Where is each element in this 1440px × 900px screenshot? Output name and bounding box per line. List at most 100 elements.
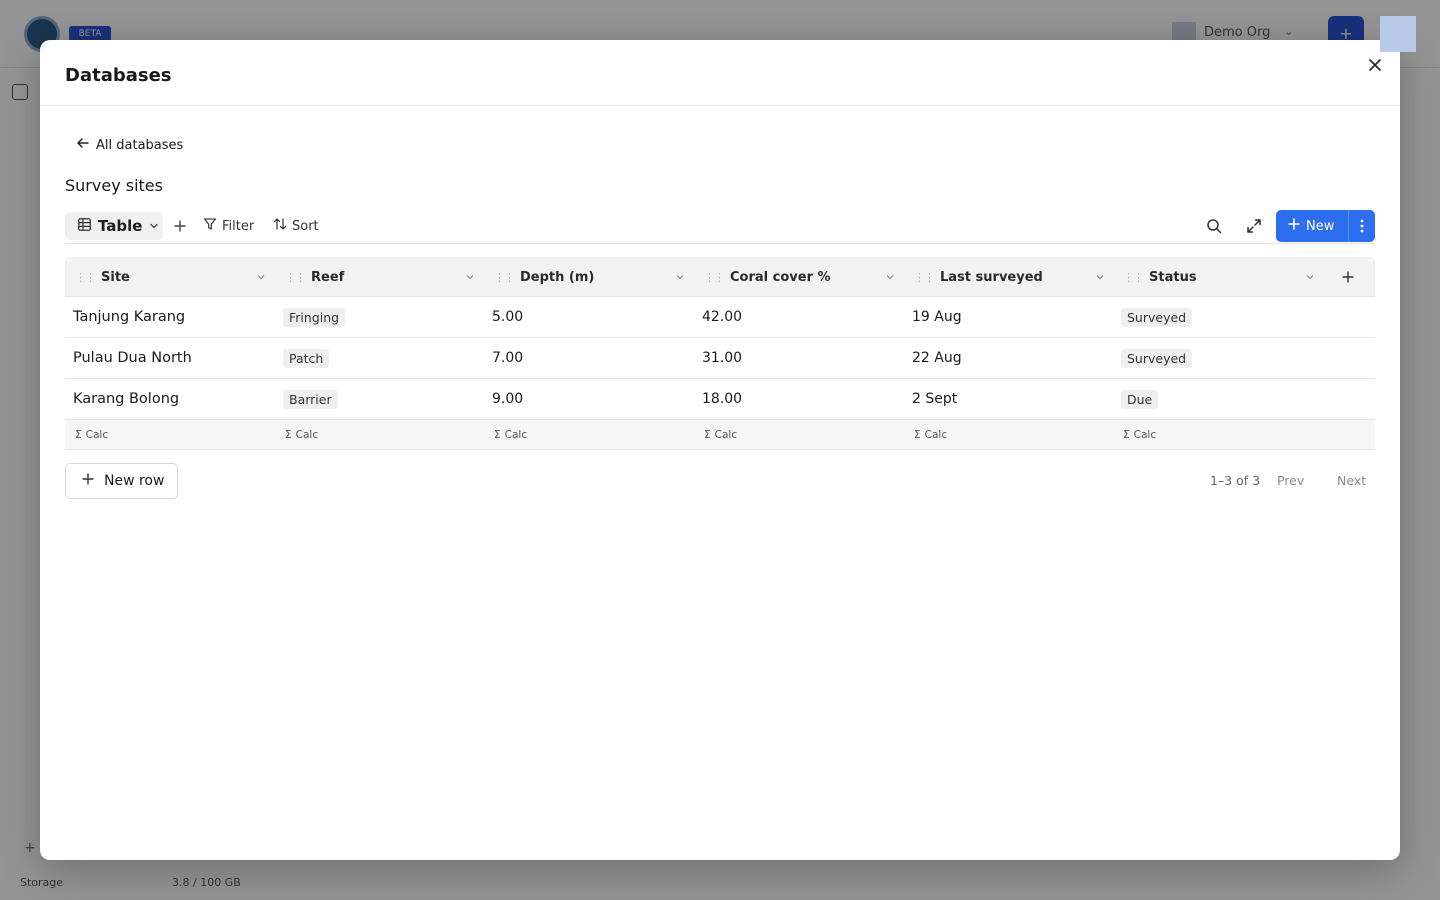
status-tag: Surveyed (1121, 307, 1193, 327)
search-icon[interactable] (1203, 215, 1225, 237)
sort-icon (273, 217, 287, 235)
new-record-button-group: New (1276, 210, 1375, 242)
reef-tag: Barrier (283, 389, 338, 409)
modal-header: Databases (40, 40, 1400, 106)
calc-label: Calc (1133, 429, 1157, 441)
calculation-row: Σ Calc Σ Calc Σ Calc Σ Calc Σ Calc Σ Calc (65, 420, 1375, 450)
column-header-last-surveyed[interactable]: ⋮⋮ Last surveyed (914, 257, 1109, 297)
calc-reef[interactable]: Σ Calc (285, 420, 318, 450)
cell-depth[interactable]: 5.00 (492, 297, 523, 337)
new-row-label: New row (104, 473, 165, 489)
drag-handle-icon[interactable]: ⋮⋮ (285, 271, 306, 284)
column-header-status[interactable]: ⋮⋮ Status (1123, 257, 1318, 297)
filter-button[interactable]: Filter (203, 214, 254, 238)
column-header-coral-cover[interactable]: ⋮⋮ Coral cover % (704, 257, 899, 297)
drag-handle-icon[interactable]: ⋮⋮ (704, 271, 725, 284)
back-to-all-databases-link[interactable]: All databases (76, 136, 183, 154)
column-label: Status (1149, 269, 1197, 285)
next-page-button[interactable]: Next (1337, 473, 1366, 488)
reef-tag: Fringing (283, 307, 346, 327)
modal-title: Databases (65, 65, 172, 86)
calc-status[interactable]: Σ Calc (1123, 420, 1156, 450)
cell-last-surveyed[interactable]: 19 Aug (912, 297, 962, 337)
plus-icon (82, 473, 94, 489)
calc-coral-cover[interactable]: Σ Calc (704, 420, 737, 450)
column-label: Coral cover % (730, 269, 831, 285)
user-avatar[interactable] (1380, 16, 1416, 52)
sort-label: Sort (292, 218, 319, 234)
cell-reef[interactable]: Patch (283, 338, 330, 378)
arrow-left-icon (76, 136, 90, 154)
prev-page-button[interactable]: Prev (1277, 473, 1304, 488)
sigma-icon: Σ (704, 429, 711, 441)
more-options-icon[interactable] (1348, 210, 1375, 242)
calc-site[interactable]: Σ Calc (75, 420, 108, 450)
cell-site[interactable]: Tanjung Karang (73, 297, 185, 337)
cell-coral-cover[interactable]: 31.00 (702, 338, 742, 378)
cell-depth[interactable]: 7.00 (492, 338, 523, 378)
new-row-button[interactable]: New row (65, 463, 178, 499)
view-switcher-button[interactable]: Table (65, 212, 163, 240)
drag-handle-icon[interactable]: ⋮⋮ (914, 271, 935, 284)
cell-coral-cover[interactable]: 18.00 (702, 379, 742, 419)
status-tag: Surveyed (1121, 348, 1193, 368)
chevron-down-icon[interactable] (1095, 271, 1105, 286)
cell-status[interactable]: Surveyed (1121, 338, 1193, 378)
chevron-down-icon[interactable] (675, 271, 685, 286)
database-toolbar: Table Filter Sort New (65, 210, 1375, 244)
new-button-label: New (1306, 218, 1335, 234)
calc-label: Calc (714, 429, 738, 441)
chevron-down-icon (149, 217, 159, 235)
sigma-icon: Σ (75, 429, 82, 441)
cell-site[interactable]: Karang Bolong (73, 379, 179, 419)
add-view-button[interactable] (169, 214, 191, 238)
reef-tag: Patch (283, 348, 330, 368)
calc-depth[interactable]: Σ Calc (494, 420, 527, 450)
cell-status[interactable]: Due (1121, 379, 1159, 419)
cell-status[interactable]: Surveyed (1121, 297, 1193, 337)
cell-reef[interactable]: Fringing (283, 297, 346, 337)
calc-label: Calc (504, 429, 528, 441)
chevron-down-icon[interactable] (465, 271, 475, 286)
filter-icon (203, 217, 217, 235)
column-label: Last surveyed (940, 269, 1043, 285)
calc-label: Calc (924, 429, 948, 441)
column-header-reef[interactable]: ⋮⋮ Reef (285, 257, 480, 297)
expand-icon[interactable] (1243, 215, 1265, 237)
plus-icon (1288, 218, 1300, 234)
cell-depth[interactable]: 9.00 (492, 379, 523, 419)
chevron-down-icon[interactable] (1305, 271, 1315, 286)
cell-reef[interactable]: Barrier (283, 379, 338, 419)
sigma-icon: Σ (1123, 429, 1130, 441)
chevron-down-icon[interactable] (256, 271, 266, 286)
table-row[interactable]: Pulau Dua North Patch 7.00 31.00 22 Aug … (65, 338, 1375, 379)
cell-last-surveyed[interactable]: 22 Aug (912, 338, 962, 378)
column-label: Reef (311, 269, 345, 285)
table-row[interactable]: Tanjung Karang Fringing 5.00 42.00 19 Au… (65, 297, 1375, 338)
table-row[interactable]: Karang Bolong Barrier 9.00 18.00 2 Sept … (65, 379, 1375, 420)
drag-handle-icon[interactable]: ⋮⋮ (75, 271, 96, 284)
drag-handle-icon[interactable]: ⋮⋮ (1123, 271, 1144, 284)
cell-last-surveyed[interactable]: 2 Sept (912, 379, 957, 419)
plus-icon (1342, 268, 1354, 287)
close-icon[interactable] (1364, 54, 1386, 76)
back-link-label: All databases (96, 137, 184, 153)
table-icon (78, 217, 91, 235)
sigma-icon: Σ (285, 429, 292, 441)
column-label: Site (101, 269, 130, 285)
sigma-icon: Σ (494, 429, 501, 441)
cell-site[interactable]: Pulau Dua North (73, 338, 192, 378)
add-column-button[interactable] (1337, 266, 1359, 288)
sigma-icon: Σ (914, 429, 921, 441)
column-header-depth[interactable]: ⋮⋮ Depth (m) (494, 257, 689, 297)
column-header-site[interactable]: ⋮⋮ Site (75, 257, 270, 297)
drag-handle-icon[interactable]: ⋮⋮ (494, 271, 515, 284)
calc-label: Calc (85, 429, 109, 441)
calc-label: Calc (295, 429, 319, 441)
database-title: Survey sites (65, 176, 163, 195)
new-record-button[interactable]: New (1276, 210, 1348, 242)
calc-last-surveyed[interactable]: Σ Calc (914, 420, 947, 450)
sort-button[interactable]: Sort (273, 214, 319, 238)
chevron-down-icon[interactable] (885, 271, 895, 286)
cell-coral-cover[interactable]: 42.00 (702, 297, 742, 337)
